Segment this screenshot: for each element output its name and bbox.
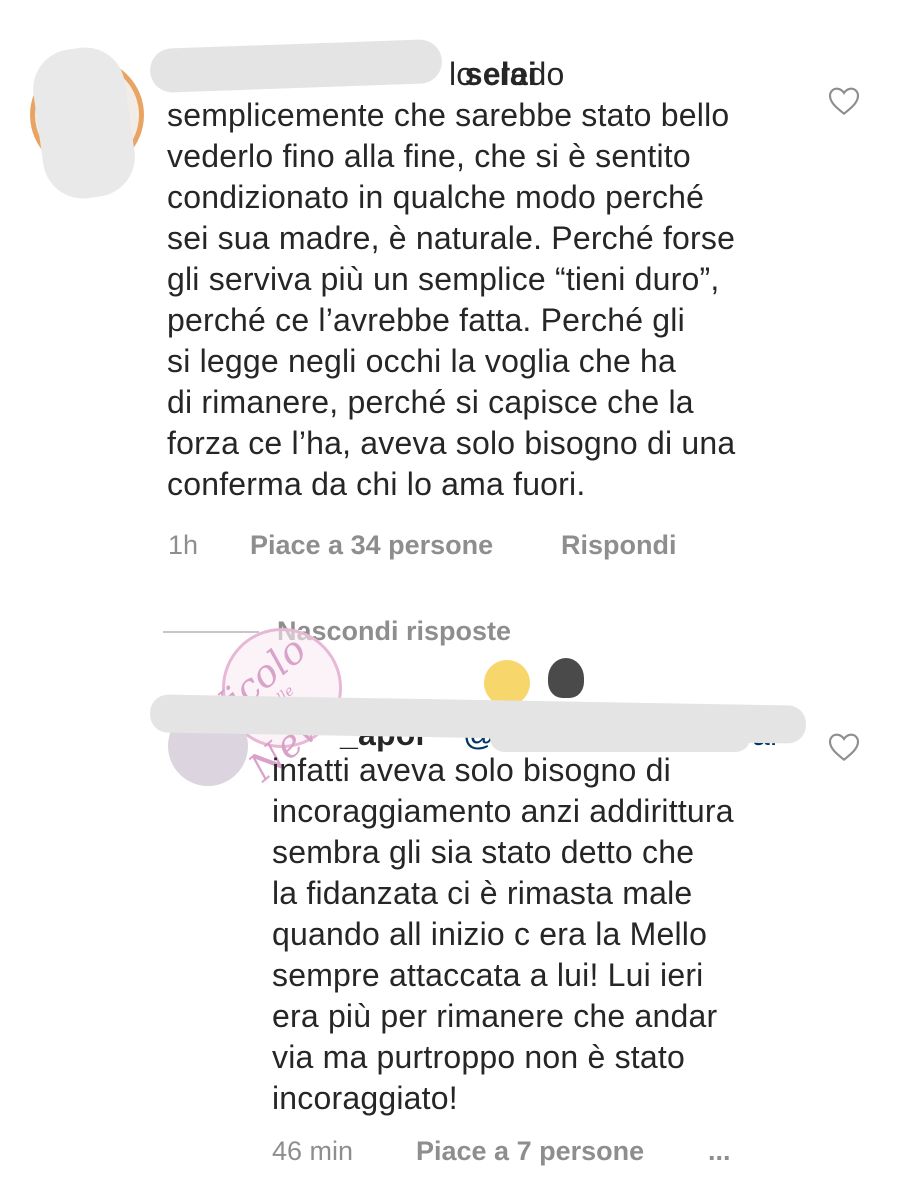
comment-line: sempre attaccata a lui! Lui ieri bbox=[272, 957, 704, 993]
comment-line: lo credo bbox=[449, 56, 565, 92]
comment-line: forza ce l’ha, aveva solo bisogno di una bbox=[167, 425, 736, 461]
comment-line: gli serviva più un semplice “tieni duro”… bbox=[167, 261, 720, 297]
comment-line: sembra gli sia stato detto che bbox=[272, 834, 695, 870]
comment-1-meta: 1h Piace a 34 persone Rispondi bbox=[168, 530, 677, 561]
comment-line: infatti aveva solo bisogno di bbox=[272, 752, 671, 788]
watermark-character bbox=[484, 660, 530, 706]
comment-line: perché ce l’avrebbe fatta. Perché gli bbox=[167, 302, 685, 338]
comment-line: la fidanzata ci è rimasta male bbox=[272, 875, 693, 911]
comment-1-text: lo credo semplicemente che sarebbe stato… bbox=[167, 54, 735, 505]
more-options-icon[interactable]: ... bbox=[708, 1136, 731, 1167]
comment-line: sei sua madre, è naturale. Perché forse bbox=[167, 220, 736, 256]
comment-line: conferma da chi lo ama fuori. bbox=[167, 466, 586, 502]
heart-outline-icon[interactable] bbox=[828, 732, 860, 762]
comment-time: 1h bbox=[168, 530, 199, 560]
comment-line: incoraggiato! bbox=[272, 1080, 458, 1116]
comment-line: vederlo fino alla fine, che si è sentito bbox=[167, 138, 691, 174]
reply-button[interactable]: Rispondi bbox=[561, 530, 677, 561]
comment-line: incoraggiamento anzi addirittura bbox=[272, 793, 734, 829]
comment-line: via ma purtroppo non è stato bbox=[272, 1039, 685, 1075]
reply-1-text: infatti aveva solo bisogno di incoraggia… bbox=[272, 750, 734, 1119]
avatar-scribble bbox=[28, 42, 140, 204]
comment-time: 46 min bbox=[272, 1136, 354, 1166]
comment-line: era più per rimanere che andar bbox=[272, 998, 718, 1034]
watermark-character bbox=[548, 658, 584, 698]
comment-line: condizionato in qualche modo perché bbox=[167, 179, 705, 215]
reply-1-meta: 46 min Piace a 7 persone ... bbox=[272, 1136, 731, 1167]
comment-line: di rimanere, perché si capisce che la bbox=[167, 384, 694, 420]
comment-line: quando all inizio c era la Mello bbox=[272, 916, 708, 952]
likes-count-link[interactable]: Piace a 34 persone bbox=[250, 530, 493, 561]
username-scribble bbox=[490, 722, 750, 752]
likes-count-link[interactable]: Piace a 7 persone bbox=[416, 1136, 644, 1167]
comment-line: semplicemente che sarebbe stato bello bbox=[167, 97, 730, 133]
heart-outline-icon[interactable] bbox=[828, 86, 860, 116]
comment-line: si legge negli occhi la voglia che ha bbox=[167, 343, 677, 379]
